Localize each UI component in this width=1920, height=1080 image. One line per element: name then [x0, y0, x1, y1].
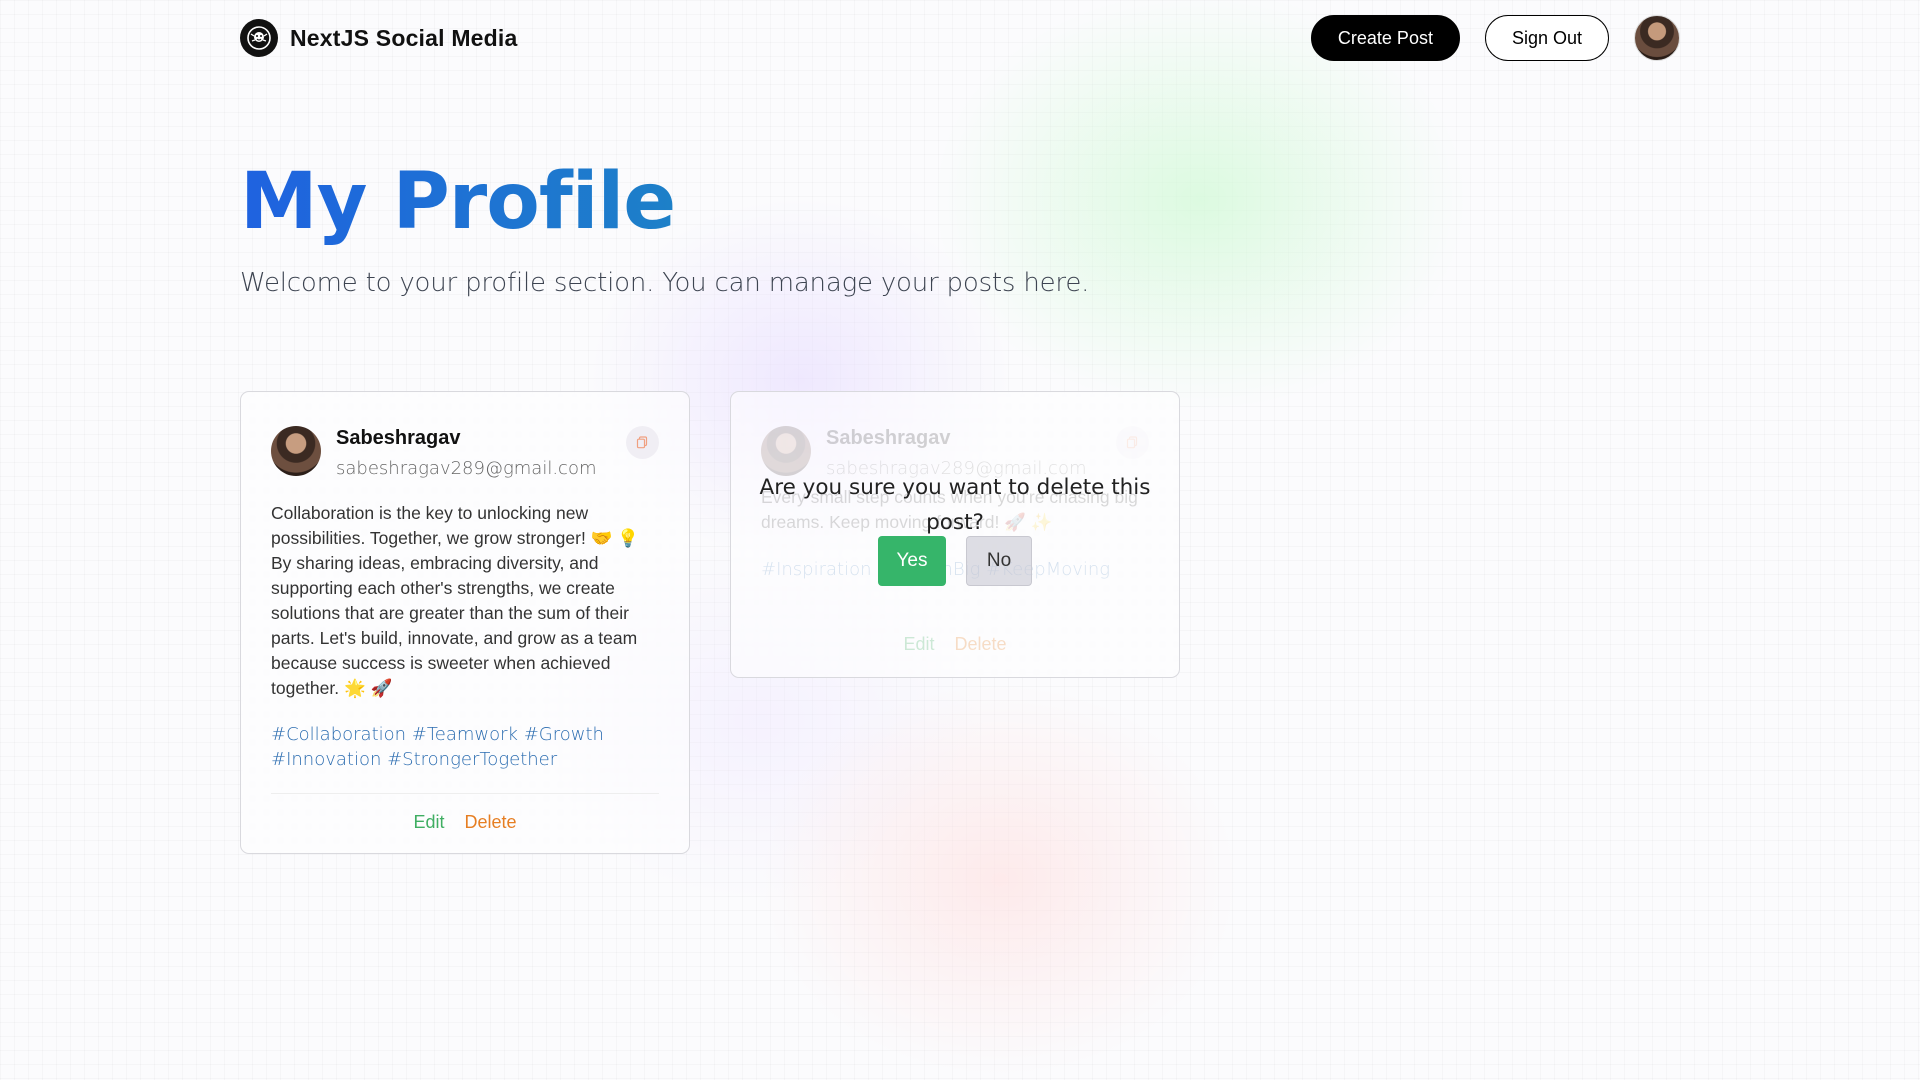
confirm-question: Are you sure you want to delete this pos… — [759, 475, 1151, 535]
copy-icon — [1116, 426, 1149, 459]
confirm-yes-button[interactable]: Yes — [878, 536, 946, 586]
post-card: Sabeshragav sabeshragav289@gmail.com Eve… — [730, 391, 1180, 678]
edit-link: Edit — [903, 634, 935, 654]
author-email: sabeshragav289@gmail.com — [336, 458, 597, 479]
delete-link[interactable]: Delete — [465, 812, 517, 833]
sign-out-button[interactable]: Sign Out — [1484, 15, 1609, 61]
author-name: Sabeshragav — [826, 427, 951, 449]
delete-confirm-dialog: Are you sure you want to delete this pos… — [731, 470, 1179, 586]
post-tags[interactable]: #Collaboration #Teamwork #Growth #Innova… — [271, 722, 659, 772]
post-actions: Edit Delete — [271, 793, 659, 833]
author-avatar — [271, 426, 321, 476]
nav-actions: Create Post Sign Out — [1310, 15, 1680, 61]
profile-avatar[interactable] — [1634, 15, 1680, 61]
post-card: Sabeshragav sabeshragav289@gmail.com Col… — [240, 391, 690, 854]
copy-icon[interactable] — [626, 426, 659, 459]
confirm-no-button[interactable]: No — [966, 536, 1032, 586]
post-text: Collaboration is the key to unlocking ne… — [271, 503, 640, 698]
post-author[interactable]: Sabeshragav sabeshragav289@gmail.com — [271, 426, 659, 479]
delete-link: Delete — [954, 634, 1007, 654]
brand-name: NextJS Social Media — [290, 24, 518, 51]
author-name: Sabeshragav — [336, 427, 461, 449]
page-title: My Profile — [240, 157, 676, 247]
brand-link[interactable]: NextJS Social Media — [240, 19, 518, 57]
page-subtitle: Welcome to your profile section. You can… — [240, 268, 1090, 298]
author-avatar — [761, 426, 811, 476]
lion-logo-icon — [240, 19, 278, 57]
create-post-button[interactable]: Create Post — [1310, 15, 1460, 61]
confirm-actions: Yes No — [731, 536, 1179, 586]
top-nav: NextJS Social Media Create Post Sign Out — [240, 14, 1680, 62]
profile-page: NextJS Social Media Create Post Sign Out… — [0, 0, 1920, 1080]
post-actions: Edit Delete — [761, 616, 1149, 655]
edit-link[interactable]: Edit — [413, 812, 444, 833]
